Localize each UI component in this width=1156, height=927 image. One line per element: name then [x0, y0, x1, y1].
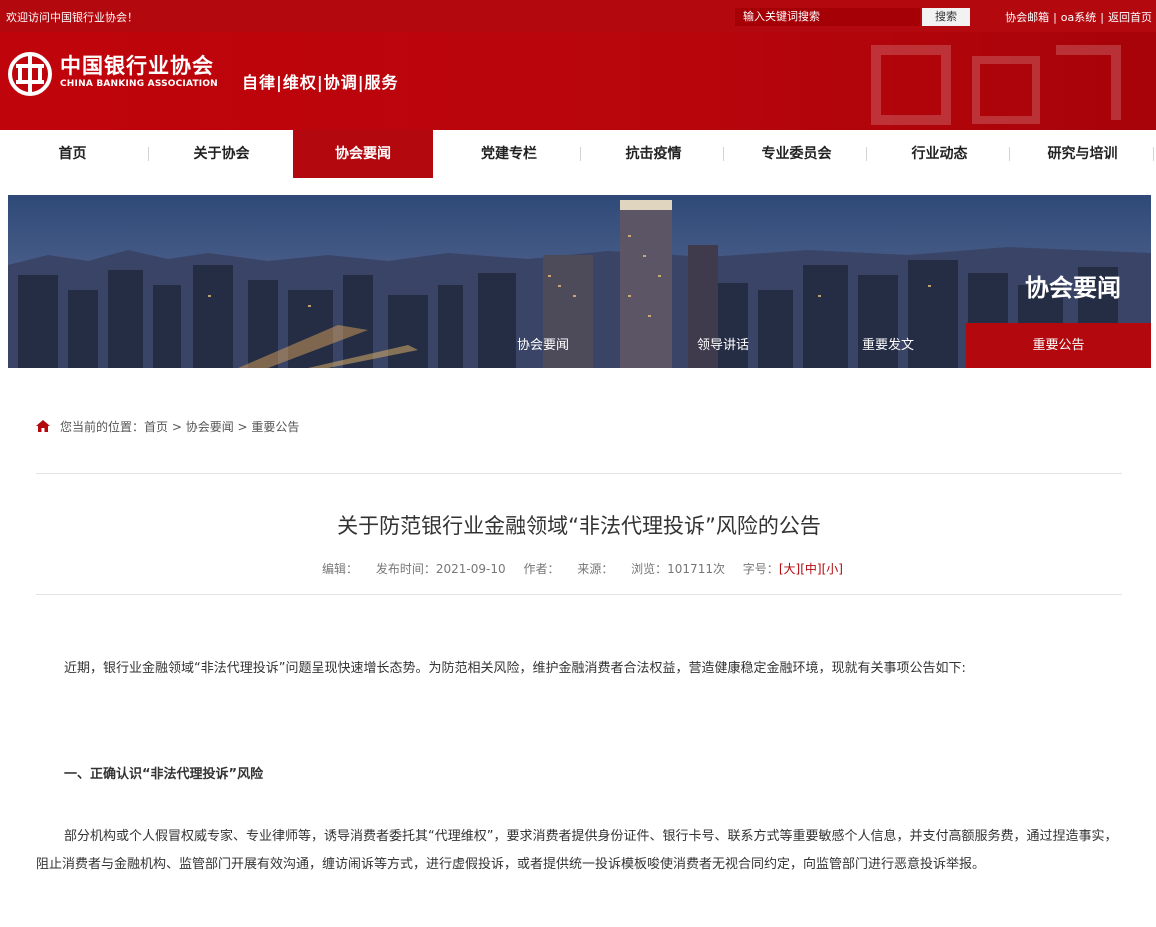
nav-divider	[1009, 147, 1010, 161]
subnav-news[interactable]: 协会要闻	[453, 323, 633, 368]
top-links: 协会邮箱 | oa系统 | 返回首页	[1005, 9, 1152, 25]
font-size-small-button[interactable]: [小]	[822, 562, 843, 576]
nav-item-about[interactable]: 关于协会	[150, 130, 293, 178]
separator: |	[1100, 11, 1104, 24]
meta-source: 来源：	[577, 562, 614, 576]
nav-divider	[866, 147, 867, 161]
nav-divider	[580, 147, 581, 161]
divider	[36, 473, 1122, 474]
nav-item-pandemic[interactable]: 抗击疫情	[582, 130, 725, 178]
link-home[interactable]: 返回首页	[1108, 11, 1152, 24]
nav-item-industry[interactable]: 行业动态	[868, 130, 1011, 178]
home-icon	[36, 420, 50, 432]
site-header: 中国银行业协会 CHINA BANKING ASSOCIATION 自律|维权|…	[0, 32, 1156, 130]
meta-editor: 编辑：	[322, 562, 359, 576]
nav-item-home[interactable]: 首页	[0, 130, 145, 178]
section-paragraph: 部分机构或个人假冒权威专家、专业律师等，诱导消费者委托其“代理维权”，要求消费者…	[36, 829, 1118, 872]
link-oa-system[interactable]: oa系统	[1061, 11, 1096, 24]
page-banner: 协会要闻 协会要闻 领导讲话 重要发文 重要公告	[8, 195, 1151, 368]
article-meta: 编辑： 发布时间：2021-09-10 作者： 来源： 浏览：101711次 字…	[36, 560, 1122, 577]
meta-views: 浏览：101711次	[631, 562, 725, 576]
main-nav: 首页 关于协会 协会要闻 党建专栏 抗击疫情 专业委员会 行业动态 研究与培训	[0, 130, 1156, 178]
search-button[interactable]: 搜索	[922, 8, 970, 26]
divider	[36, 594, 1122, 595]
article-intro-paragraph: 近期，银行业金融领域“非法代理投诉”问题呈现快速增长态势。为防范相关风险，维护金…	[64, 661, 966, 676]
top-utility-bar: 欢迎访问中国银行业协会！ 输入关键词搜索 搜索 协会邮箱 | oa系统 | 返回首页	[0, 0, 1156, 32]
nav-divider	[148, 147, 149, 161]
article-title: 关于防范银行业金融领域“非法代理投诉”风险的公告	[337, 514, 821, 538]
banner-title: 协会要闻	[1025, 274, 1121, 302]
nav-item-research[interactable]: 研究与培训	[1011, 130, 1154, 178]
section-heading: 一、正确认识“非法代理投诉”风险	[64, 767, 264, 782]
subnav-documents[interactable]: 重要发文	[813, 323, 963, 368]
slogan: 自律|维权|协调|服务	[242, 73, 399, 92]
logo-english-name: CHINA BANKING ASSOCIATION	[60, 79, 218, 89]
font-size-large-button[interactable]: [大]	[779, 562, 800, 576]
subnav-announcements[interactable]: 重要公告	[966, 323, 1151, 368]
decorative-pattern	[871, 45, 1121, 125]
breadcrumb: 您当前的位置：首页 > 协会要闻 > 重要公告	[36, 418, 299, 435]
meta-author: 作者：	[523, 562, 560, 576]
nav-item-party-building[interactable]: 党建专栏	[437, 130, 581, 178]
nav-divider	[723, 147, 724, 161]
meta-published: 发布时间：2021-09-10	[375, 562, 506, 576]
nav-item-committees[interactable]: 专业委员会	[725, 130, 868, 178]
meta-font-size-label: 字号：	[742, 562, 779, 576]
association-logo-icon[interactable]	[8, 52, 52, 96]
nav-divider	[1153, 147, 1154, 161]
nav-item-news[interactable]: 协会要闻	[293, 130, 433, 178]
breadcrumb-path[interactable]: 首页 > 协会要闻 > 重要公告	[144, 420, 299, 434]
welcome-text: 欢迎访问中国银行业协会！	[6, 11, 138, 24]
breadcrumb-label: 您当前的位置：	[60, 420, 145, 434]
search-input[interactable]: 输入关键词搜索	[735, 8, 920, 26]
subnav-speeches[interactable]: 领导讲话	[633, 323, 813, 368]
font-size-medium-button[interactable]: [中]	[800, 562, 821, 576]
link-mailbox[interactable]: 协会邮箱	[1005, 11, 1049, 24]
logo-chinese-name[interactable]: 中国银行业协会	[60, 50, 214, 80]
separator: |	[1053, 11, 1057, 24]
